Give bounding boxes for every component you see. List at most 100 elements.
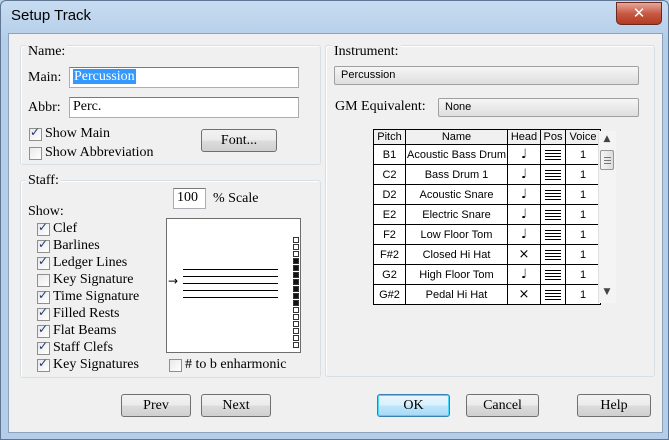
staff-position-handle[interactable] [293, 286, 299, 292]
pitch-cell[interactable]: G#2 [373, 284, 406, 305]
voice-cell[interactable]: 1 [565, 144, 601, 165]
staff-position-icon[interactable] [540, 284, 566, 305]
key-signature-box[interactable] [37, 273, 50, 287]
voice-cell[interactable]: 1 [565, 204, 601, 225]
notehead-icon[interactable]: ♩ [507, 164, 541, 185]
table-row[interactable]: B1 Acoustic Bass Drum ♩ 1 [373, 144, 601, 165]
help-button[interactable]: Help [577, 394, 651, 417]
name-cell[interactable]: Low Floor Tom [405, 224, 508, 245]
staff-position-handle[interactable] [293, 265, 299, 271]
pitch-cell[interactable]: C2 [373, 164, 406, 185]
staff-position-handle[interactable] [293, 251, 299, 257]
barlines-box[interactable] [37, 237, 50, 253]
staff-position-icon[interactable] [540, 244, 566, 265]
table-row[interactable]: F#2 Closed Hi Hat × 1 [373, 244, 601, 265]
staff-position-icon[interactable] [540, 144, 566, 165]
pitch-cell[interactable]: E2 [373, 204, 406, 225]
name-cell[interactable]: Acoustic Bass Drum [405, 144, 508, 165]
ok-button[interactable]: OK [377, 394, 450, 417]
x-notehead-icon[interactable]: × [507, 284, 541, 305]
key-signatures-box[interactable] [37, 356, 50, 372]
name-cell[interactable]: Electric Snare [405, 204, 508, 225]
voice-cell[interactable]: 1 [565, 264, 601, 285]
enharmonic-box[interactable] [169, 358, 182, 372]
staff-position-handle[interactable] [293, 244, 299, 250]
key-signature-checkbox[interactable]: Key Signature [37, 272, 133, 288]
voice-header[interactable]: Voice [565, 129, 601, 145]
staff-position-handle[interactable] [293, 258, 299, 264]
staff-position-icon[interactable] [540, 224, 566, 245]
abbr-name-input[interactable]: Perc. [69, 97, 299, 118]
clef-checkbox[interactable]: Clef [37, 220, 77, 237]
pitch-header[interactable]: Pitch [373, 129, 406, 145]
name-header[interactable]: Name [405, 129, 508, 145]
notehead-icon[interactable]: ♩ [507, 184, 541, 205]
staff-position-handle[interactable] [293, 272, 299, 278]
staff-clefs-box[interactable] [37, 339, 50, 355]
next-button[interactable]: Next [201, 394, 271, 417]
pitch-cell[interactable]: G2 [373, 264, 406, 285]
staff-position-handle[interactable] [293, 328, 299, 334]
table-scrollbar[interactable]: ▲ ▼ [598, 131, 616, 303]
show-abbreviation-checkbox[interactable]: Show Abbreviation [29, 145, 154, 161]
pitch-cell[interactable]: B1 [373, 144, 406, 165]
scroll-down-icon[interactable]: ▼ [602, 287, 612, 297]
scroll-up-icon[interactable]: ▲ [602, 134, 612, 144]
voice-cell[interactable]: 1 [565, 164, 601, 185]
staff-position-icon[interactable] [540, 264, 566, 285]
staff-clefs-checkbox[interactable]: Staff Clefs [37, 339, 113, 356]
name-cell[interactable]: Closed Hi Hat [405, 244, 508, 265]
show-main-box[interactable] [29, 125, 42, 141]
staff-position-icon[interactable] [540, 204, 566, 225]
ledger-lines-box[interactable] [37, 254, 50, 270]
voice-cell[interactable]: 1 [565, 284, 601, 305]
pitch-cell[interactable]: F2 [373, 224, 406, 245]
ledger-lines-checkbox[interactable]: Ledger Lines [37, 254, 127, 271]
notehead-icon[interactable]: ♩ [507, 204, 541, 225]
show-abbreviation-box[interactable] [29, 146, 42, 160]
staff-position-handle[interactable] [293, 237, 299, 243]
staff-position-handle[interactable] [293, 307, 299, 313]
scroll-thumb[interactable] [600, 150, 614, 170]
table-row[interactable]: D2 Acoustic Snare ♩ 1 [373, 184, 601, 205]
table-row[interactable]: G#2 Pedal Hi Hat × 1 [373, 284, 601, 305]
notehead-icon[interactable]: ♩ [507, 224, 541, 245]
barlines-checkbox[interactable]: Barlines [37, 237, 100, 254]
notehead-icon[interactable]: ♩ [507, 264, 541, 285]
staff-position-handle[interactable] [293, 279, 299, 285]
main-name-input[interactable]: Percussion [69, 67, 299, 88]
show-main-checkbox[interactable]: Show Main [29, 125, 110, 142]
name-cell[interactable]: High Floor Tom [405, 264, 508, 285]
name-cell[interactable]: Acoustic Snare [405, 184, 508, 205]
table-row[interactable]: G2 High Floor Tom ♩ 1 [373, 264, 601, 285]
table-row[interactable]: C2 Bass Drum 1 ♩ 1 [373, 164, 601, 185]
pitch-cell[interactable]: F#2 [373, 244, 406, 265]
voice-cell[interactable]: 1 [565, 224, 601, 245]
staff-position-handle[interactable] [293, 314, 299, 320]
close-button[interactable]: ✕ [616, 2, 662, 25]
staff-position-handle[interactable] [293, 335, 299, 341]
pitch-cell[interactable]: D2 [373, 184, 406, 205]
head-header[interactable]: Head [507, 129, 541, 145]
instrument-button[interactable]: Percussion [334, 66, 639, 85]
voice-cell[interactable]: 1 [565, 184, 601, 205]
voice-cell[interactable]: 1 [565, 244, 601, 265]
key-signatures-checkbox[interactable]: Key Signatures [37, 356, 139, 373]
table-row[interactable]: E2 Electric Snare ♩ 1 [373, 204, 601, 225]
x-notehead-icon[interactable]: × [507, 244, 541, 265]
notehead-icon[interactable]: ♩ [507, 144, 541, 165]
flat-beams-box[interactable] [37, 322, 50, 338]
time-signature-checkbox[interactable]: Time Signature [37, 288, 139, 305]
table-row[interactable]: F2 Low Floor Tom ♩ 1 [373, 224, 601, 245]
scale-input[interactable]: 100 [173, 188, 206, 209]
title-bar[interactable]: Setup Track ✕ [1, 1, 668, 34]
pos-header[interactable]: Pos [540, 129, 566, 145]
prev-button[interactable]: Prev [121, 394, 191, 417]
clef-box[interactable] [37, 220, 50, 236]
gm-equivalent-button[interactable]: None [438, 98, 639, 117]
time-signature-box[interactable] [37, 288, 50, 304]
filled-rests-checkbox[interactable]: Filled Rests [37, 305, 120, 322]
staff-position-handle[interactable] [293, 293, 299, 299]
staff-preview[interactable]: → [166, 218, 301, 353]
flat-beams-checkbox[interactable]: Flat Beams [37, 322, 116, 339]
